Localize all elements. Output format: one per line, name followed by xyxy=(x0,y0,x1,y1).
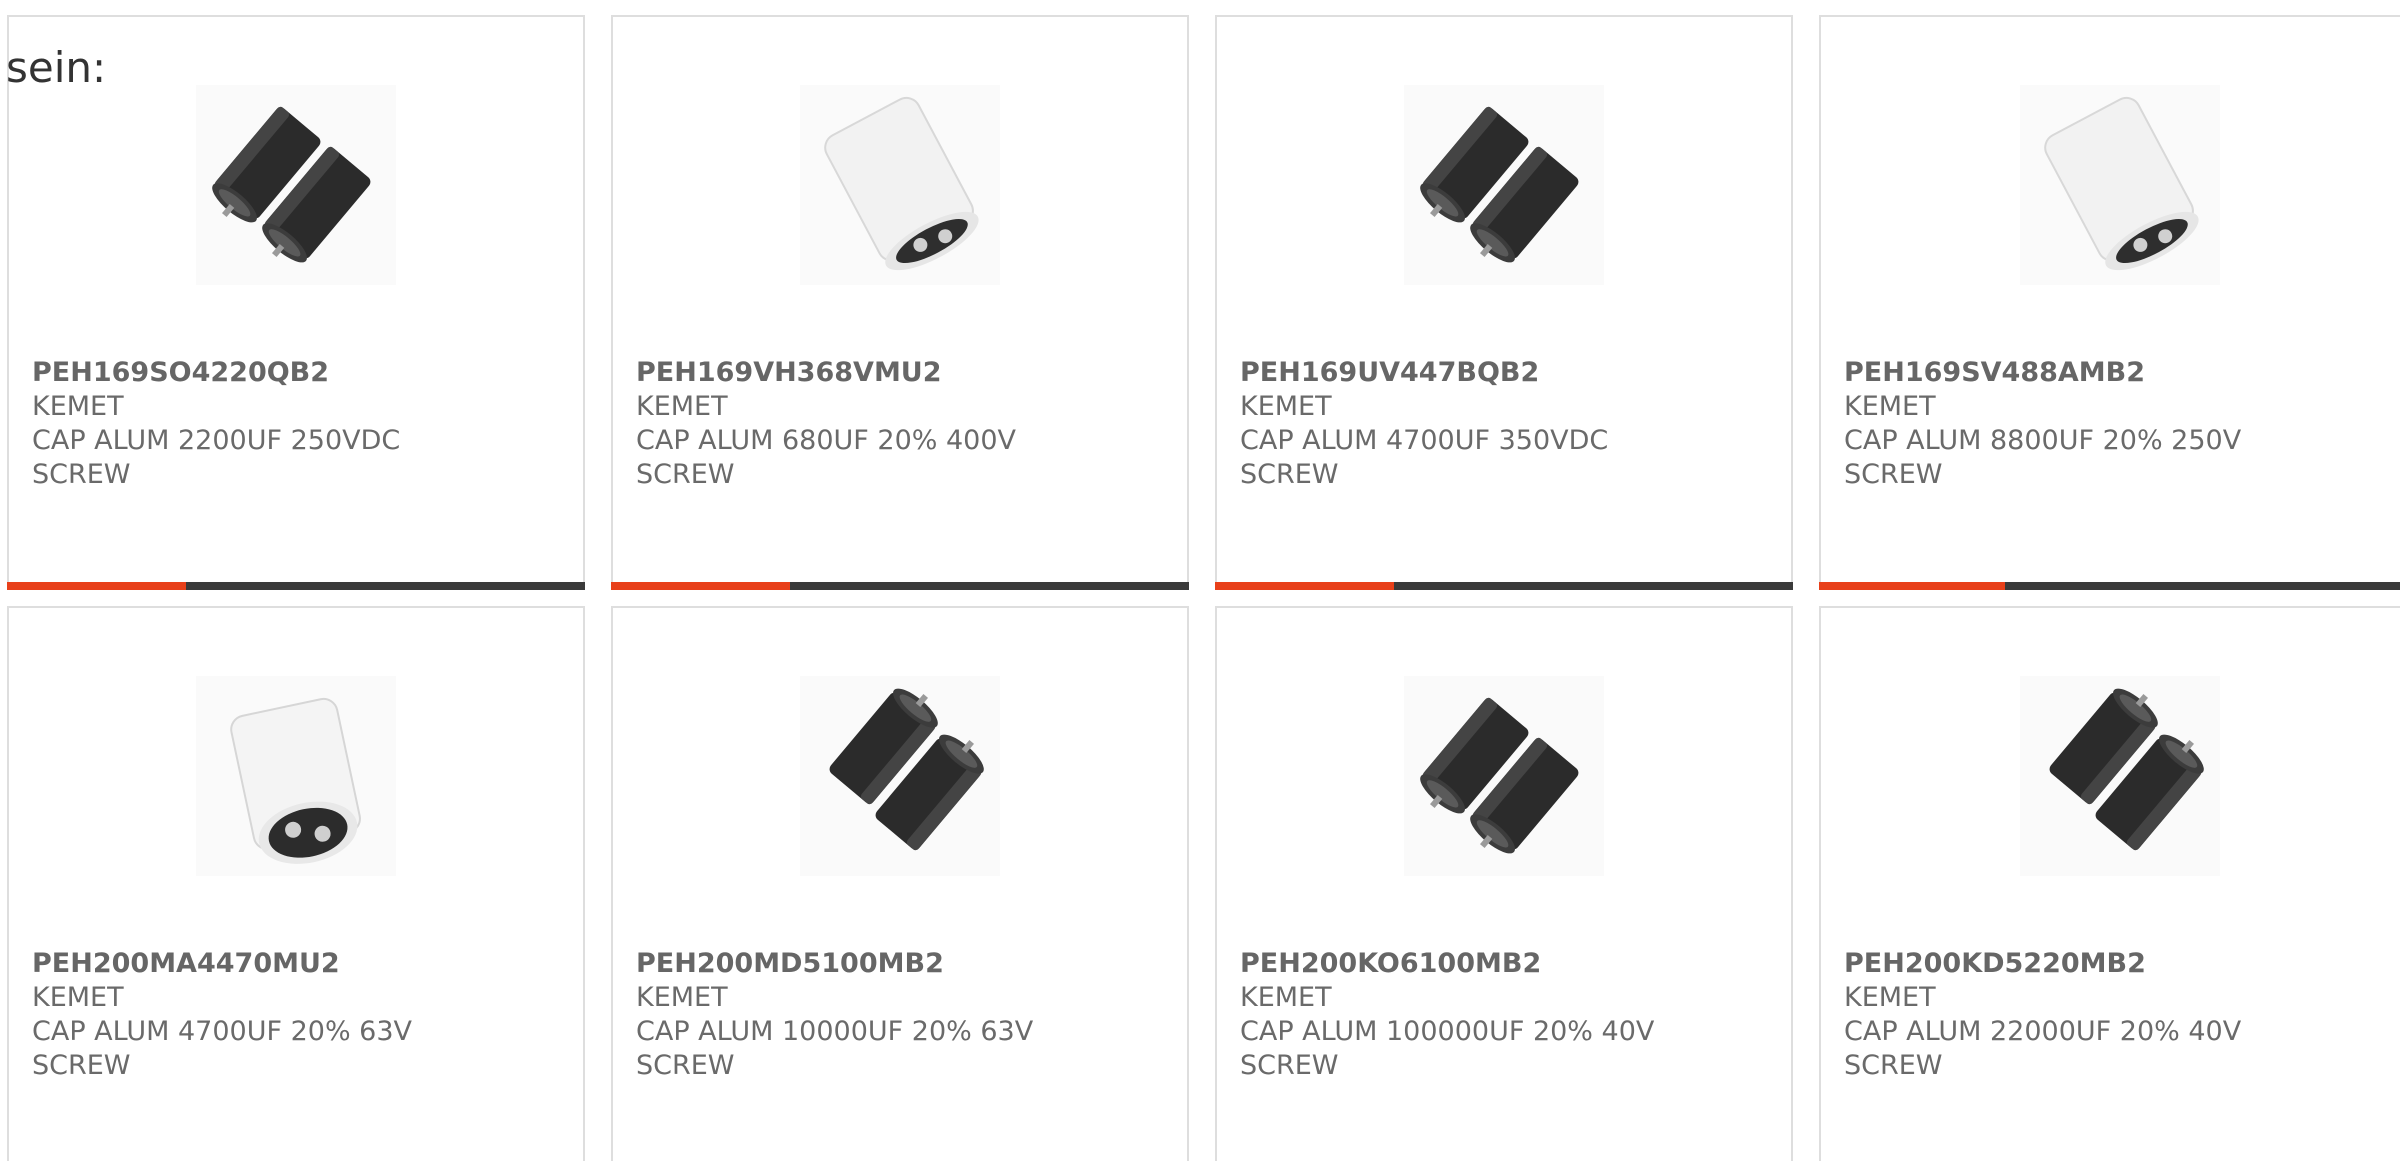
white-capacitor-icon[interactable] xyxy=(196,676,396,876)
part-number-link[interactable]: PEH200KO6100MB2 xyxy=(1240,947,1654,981)
description: CAP ALUM 8800UF 20% 250V xyxy=(1844,425,2242,456)
progress-bar xyxy=(611,582,1189,590)
black-capacitor-pair-icon[interactable] xyxy=(800,676,1000,876)
white-capacitor-icon[interactable] xyxy=(2020,85,2220,285)
product-info: PEH169UV447BQB2 KEMET CAP ALUM 4700UF 35… xyxy=(1240,356,1608,492)
product-info: PEH169SO4220QB2 KEMET CAP ALUM 2200UF 25… xyxy=(32,356,400,492)
description-mounting: SCREW xyxy=(1844,459,1943,490)
product-info: PEH200MD5100MB2 KEMET CAP ALUM 10000UF 2… xyxy=(636,947,1033,1083)
manufacturer: KEMET xyxy=(1844,391,1936,422)
progress-fill xyxy=(7,582,187,590)
intro-text: sein: xyxy=(6,43,107,92)
manufacturer: KEMET xyxy=(1240,982,1332,1013)
manufacturer: KEMET xyxy=(636,982,728,1013)
description-mounting: SCREW xyxy=(636,459,735,490)
product-info: PEH200MA4470MU2 KEMET CAP ALUM 4700UF 20… xyxy=(32,947,412,1083)
description-mounting: SCREW xyxy=(636,1050,735,1081)
manufacturer: KEMET xyxy=(1844,982,1936,1013)
progress-bar xyxy=(7,582,585,590)
description-mounting: SCREW xyxy=(1240,459,1339,490)
description: CAP ALUM 100000UF 20% 40V xyxy=(1240,1016,1655,1047)
black-capacitor-pair-icon[interactable] xyxy=(196,85,396,285)
progress-bar xyxy=(1819,582,2400,590)
description-mounting: SCREW xyxy=(32,1050,131,1081)
part-number-link[interactable]: PEH169SV488AMB2 xyxy=(1844,356,2241,390)
manufacturer: KEMET xyxy=(32,391,124,422)
part-number-link[interactable]: PEH200KD5220MB2 xyxy=(1844,947,2241,981)
product-card[interactable]: PEH169VH368VMU2 KEMET CAP ALUM 680UF 20%… xyxy=(611,15,1189,590)
description: CAP ALUM 4700UF 20% 63V xyxy=(32,1016,413,1047)
product-card[interactable]: PEH200MD5100MB2 KEMET CAP ALUM 10000UF 2… xyxy=(611,606,1189,1161)
part-number-link[interactable]: PEH169SO4220QB2 xyxy=(32,356,400,390)
product-info: PEH169SV488AMB2 KEMET CAP ALUM 8800UF 20… xyxy=(1844,356,2241,492)
progress-fill xyxy=(1819,582,2005,590)
product-card[interactable]: PEH200KD5220MB2 KEMET CAP ALUM 22000UF 2… xyxy=(1819,606,2400,1161)
progress-fill xyxy=(611,582,791,590)
product-card[interactable]: PEH169SV488AMB2 KEMET CAP ALUM 8800UF 20… xyxy=(1819,15,2400,590)
description: CAP ALUM 22000UF 20% 40V xyxy=(1844,1016,2242,1047)
black-capacitor-pair-icon[interactable] xyxy=(2020,676,2220,876)
description-mounting: SCREW xyxy=(1240,1050,1339,1081)
product-card[interactable]: PEH200KO6100MB2 KEMET CAP ALUM 100000UF … xyxy=(1215,606,1793,1161)
description-mounting: SCREW xyxy=(1844,1050,1943,1081)
description: CAP ALUM 2200UF 250VDC xyxy=(32,425,401,456)
black-capacitor-pair-icon[interactable] xyxy=(1404,676,1604,876)
white-capacitor-icon[interactable] xyxy=(800,85,1000,285)
product-card[interactable]: PEH169UV447BQB2 KEMET CAP ALUM 4700UF 35… xyxy=(1215,15,1793,590)
progress-bar xyxy=(1215,582,1793,590)
page: sein: PEH169SO4220QB2 KEMET CAP ALUM 220… xyxy=(0,0,2400,1161)
description: CAP ALUM 680UF 20% 400V xyxy=(636,425,1017,456)
product-card[interactable]: PEH200MA4470MU2 KEMET CAP ALUM 4700UF 20… xyxy=(7,606,585,1161)
description: CAP ALUM 10000UF 20% 63V xyxy=(636,1016,1034,1047)
part-number-link[interactable]: PEH200MA4470MU2 xyxy=(32,947,412,981)
description-mounting: SCREW xyxy=(32,459,131,490)
description: CAP ALUM 4700UF 350VDC xyxy=(1240,425,1609,456)
part-number-link[interactable]: PEH169VH368VMU2 xyxy=(636,356,1016,390)
progress-fill xyxy=(1215,582,1395,590)
product-info: PEH169VH368VMU2 KEMET CAP ALUM 680UF 20%… xyxy=(636,356,1016,492)
part-number-link[interactable]: PEH200MD5100MB2 xyxy=(636,947,1033,981)
product-card[interactable]: PEH169SO4220QB2 KEMET CAP ALUM 2200UF 25… xyxy=(7,15,585,590)
black-capacitor-pair-icon[interactable] xyxy=(1404,85,1604,285)
manufacturer: KEMET xyxy=(636,391,728,422)
manufacturer: KEMET xyxy=(1240,391,1332,422)
product-info: PEH200KO6100MB2 KEMET CAP ALUM 100000UF … xyxy=(1240,947,1654,1083)
part-number-link[interactable]: PEH169UV447BQB2 xyxy=(1240,356,1608,390)
product-grid: PEH169SO4220QB2 KEMET CAP ALUM 2200UF 25… xyxy=(7,15,2400,1161)
manufacturer: KEMET xyxy=(32,982,124,1013)
product-info: PEH200KD5220MB2 KEMET CAP ALUM 22000UF 2… xyxy=(1844,947,2241,1083)
